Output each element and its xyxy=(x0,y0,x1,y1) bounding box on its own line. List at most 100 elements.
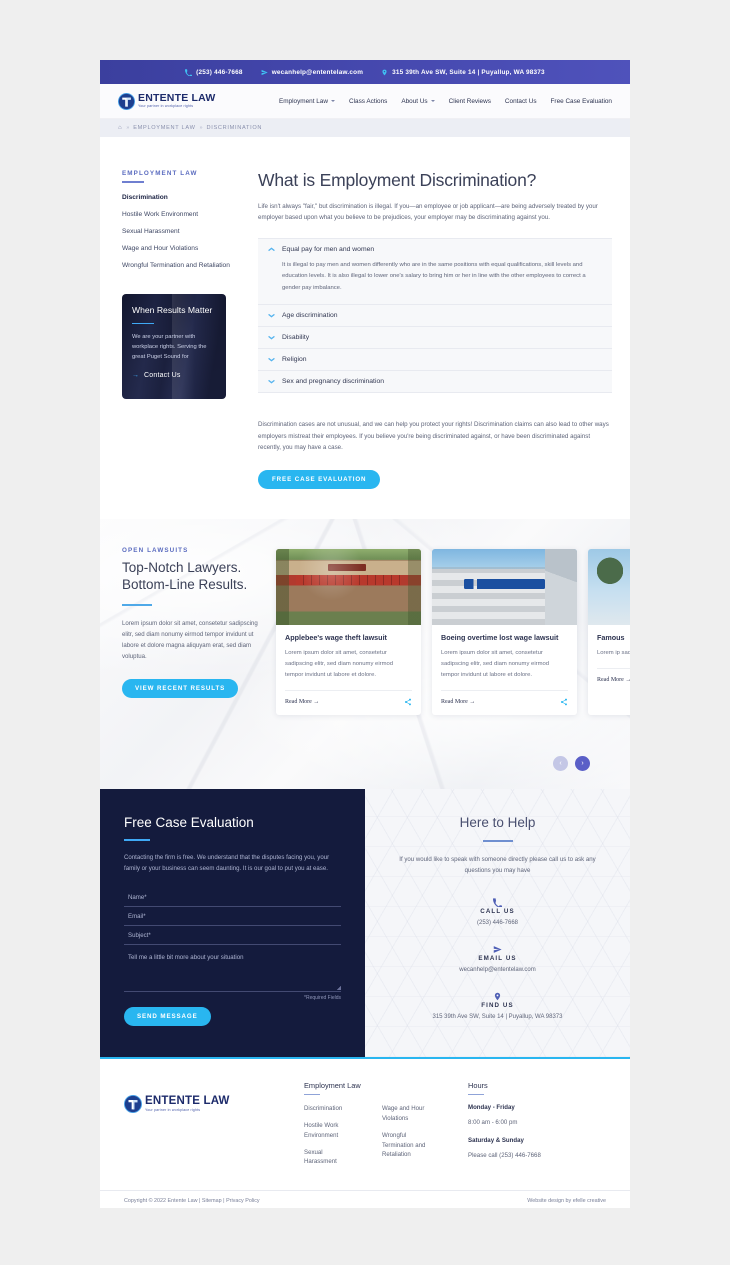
entente-logo-icon xyxy=(124,1094,142,1113)
footer-link-wrongful-termination[interactable]: Wrongful Termination and Retaliation xyxy=(382,1131,434,1160)
email-field[interactable]: Email* xyxy=(124,907,341,927)
lawsuit-card[interactable]: Applebee's wage theft lawsuit Lorem ipsu… xyxy=(276,548,421,715)
share-icon[interactable] xyxy=(404,698,412,706)
contact-value[interactable]: wecanhelp@ententelaw.com xyxy=(391,967,604,973)
carousel-prev-button[interactable]: ‹ xyxy=(553,755,568,771)
sidebar-item-wage-and-hour-violations[interactable]: Wage and Hour Violations xyxy=(122,244,240,254)
send-message-button[interactable]: SEND MESSAGE xyxy=(124,1007,211,1027)
footer-link-sexual-harassment[interactable]: Sexual Harassment xyxy=(304,1148,356,1168)
design-credit[interactable]: Website design by efelle creative xyxy=(527,1198,606,1204)
lawsuit-card[interactable]: Boeing overtime lost wage lawsuit Lorem … xyxy=(432,548,577,715)
logo-wordmark: ENTENTE LAW Your partner in workplace ri… xyxy=(138,93,215,109)
free-case-evaluation-button[interactable]: FREE CASE EVALUATION xyxy=(258,469,381,489)
footer-link-wage-and-hour-violations[interactable]: Wage and Hour Violations xyxy=(382,1104,434,1124)
free-case-evaluation-form: Free Case Evaluation Contacting the firm… xyxy=(100,788,365,1057)
resize-grip-icon[interactable] xyxy=(337,986,341,991)
site-footer: ENTENTE LAW Your partner in workplace ri… xyxy=(100,1058,630,1191)
footer-link-discrimination[interactable]: Discrimination xyxy=(304,1104,356,1114)
entente-logo-icon xyxy=(118,92,135,110)
accordion-label: Equal pay for men and women xyxy=(282,245,375,253)
footer-logo[interactable]: ENTENTE LAW Your partner in workplace ri… xyxy=(124,1081,294,1174)
card-title: Boeing overtime lost wage lawsuit xyxy=(441,632,559,642)
sidebar-promo-card[interactable]: When Results Matter We are your partner … xyxy=(122,293,226,399)
share-icon[interactable] xyxy=(560,698,568,706)
breadcrumb-item-employment-law[interactable]: EMPLOYMENT LAW xyxy=(133,125,195,131)
nav-item-contact-us[interactable]: Contact Us xyxy=(505,98,537,105)
accordion-row-equal-pay[interactable]: Equal pay for men and women xyxy=(258,238,612,260)
promo-cta-label: Contact Us xyxy=(144,371,181,379)
arrow-right-icon: → xyxy=(469,698,476,705)
copyright-text[interactable]: Copyright © 2022 Entente Law | Sitemap |… xyxy=(124,1198,260,1204)
hours-row-weekday: Monday - Friday 8:00 am - 6:00 pm xyxy=(468,1104,541,1129)
nav-item-free-case-evaluation[interactable]: Free Case Evaluation xyxy=(551,98,612,105)
promo-contact-us-link[interactable]: → Contact Us xyxy=(132,372,216,379)
nav-label: About Us xyxy=(401,97,428,105)
boeing-logo xyxy=(463,579,546,590)
eval-title: Free Case Evaluation xyxy=(124,814,254,830)
accordion-row-disability[interactable]: Disability xyxy=(258,327,612,350)
article-outro: Discrimination cases are not unusual, an… xyxy=(258,421,609,452)
eval-rule xyxy=(124,838,150,841)
accordion-row-age-discrimination[interactable]: Age discrimination xyxy=(258,305,612,328)
sidebar: EMPLOYMENT LAW Discrimination Hostile Wo… xyxy=(122,170,240,489)
footer-link-hostile-work-environment[interactable]: Hostile Work Environment xyxy=(304,1121,356,1141)
lawsuits-heading: Top-Notch Lawyers. Bottom-Line Results. xyxy=(122,559,262,594)
contact-value[interactable]: (253) 446-7668 xyxy=(391,920,604,926)
contact-block-find-us: FIND US 315 39th Ave SW, Suite 14 | Puya… xyxy=(391,988,604,1020)
location-pin-icon xyxy=(381,69,388,76)
footer-column-title: Employment Law xyxy=(304,1080,361,1090)
arrow-right-icon: → xyxy=(625,676,630,683)
footer-hours-title: Hours xyxy=(468,1080,488,1090)
accordion-label: Sex and pregnancy discrimination xyxy=(282,378,385,386)
breadcrumb-item-discrimination[interactable]: DISCRIMINATION xyxy=(206,125,262,131)
lawsuits-rule xyxy=(122,603,152,606)
nav-item-client-reviews[interactable]: Client Reviews xyxy=(449,98,491,105)
topbar-email-text: wecanhelp@ententelaw.com xyxy=(271,68,364,76)
read-more-label: Read More xyxy=(441,698,468,705)
topbar-email[interactable]: wecanhelp@ententelaw.com xyxy=(261,69,363,76)
read-more-link[interactable]: Read More → xyxy=(441,699,475,705)
subject-field[interactable]: Subject* xyxy=(124,926,341,946)
hours-row-weekend: Saturday & Sunday Please call (253) 446-… xyxy=(468,1137,541,1162)
chevron-up-icon xyxy=(268,247,275,252)
nav-label: Employment Law xyxy=(278,97,328,105)
read-more-link[interactable]: Read More → xyxy=(285,699,319,705)
chevron-down-icon xyxy=(268,313,275,318)
sidebar-item-discrimination[interactable]: Discrimination xyxy=(122,193,240,203)
page-body: EMPLOYMENT LAW Discrimination Hostile Wo… xyxy=(100,137,630,489)
cta-section: Free Case Evaluation Contacting the firm… xyxy=(100,788,630,1057)
topbar-phone[interactable]: (253) 446-7668 xyxy=(185,69,243,76)
name-field[interactable]: Name* xyxy=(124,888,341,908)
textarea-underline[interactable] xyxy=(124,966,341,993)
arrow-right-icon: → xyxy=(313,698,320,705)
nav-item-employment-law[interactable]: Employment Law xyxy=(279,98,335,105)
sidebar-item-hostile-work-environment[interactable]: Hostile Work Environment xyxy=(122,210,240,220)
hours-time: 8:00 am - 6:00 pm xyxy=(468,1119,518,1127)
sidebar-rule xyxy=(122,181,144,183)
chevron-down-icon xyxy=(330,100,335,102)
topbar-address-text: 315 39th Ave SW, Suite 14 | Puyallup, WA… xyxy=(392,68,545,76)
sidebar-item-wrongful-termination[interactable]: Wrongful Termination and Retaliation xyxy=(122,261,240,271)
promo-rule xyxy=(132,322,154,325)
topbar-address[interactable]: 315 39th Ave SW, Suite 14 | Puyallup, WA… xyxy=(381,69,545,76)
site-logo[interactable]: ENTENTE LAW Your partner in workplace ri… xyxy=(118,92,215,110)
read-more-link[interactable]: Read More → xyxy=(597,677,630,683)
nav-item-class-actions[interactable]: Class Actions xyxy=(349,98,387,105)
website-page: (253) 446-7668 wecanhelp@ententelaw.com … xyxy=(100,60,630,1208)
nav-label: Free Case Evaluation xyxy=(550,97,612,105)
read-more-label: Read More xyxy=(285,698,312,705)
carousel-next-button[interactable]: › xyxy=(575,755,590,771)
view-recent-results-button[interactable]: VIEW RECENT RESULTS xyxy=(122,678,239,698)
logo-name: ENTENTE LAW xyxy=(138,92,216,105)
contact-label: CALL US xyxy=(480,908,515,916)
breadcrumb-separator: » xyxy=(126,125,130,131)
nav-item-about-us[interactable]: About Us xyxy=(401,97,435,105)
lawsuits-heading-line1: Top-Notch Lawyers. xyxy=(122,559,242,575)
accordion-row-sex-and-pregnancy[interactable]: Sex and pregnancy discrimination xyxy=(258,371,612,394)
sidebar-item-sexual-harassment[interactable]: Sexual Harassment xyxy=(122,227,240,237)
lawsuit-card[interactable]: Famous Lorem ip sadipsci tempor i Read M… xyxy=(588,548,630,715)
home-icon[interactable]: ⌂ xyxy=(118,125,122,131)
top-utility-bar: (253) 446-7668 wecanhelp@ententelaw.com … xyxy=(100,60,630,84)
message-textarea[interactable]: Tell me a little bit more about your sit… xyxy=(124,945,341,966)
accordion-row-religion[interactable]: Religion xyxy=(258,349,612,372)
